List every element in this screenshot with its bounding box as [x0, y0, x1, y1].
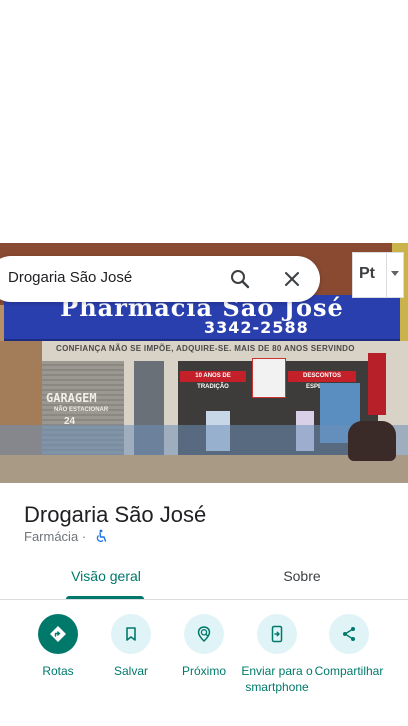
window-poster — [252, 358, 286, 398]
language-divider — [386, 253, 387, 297]
map-blank-area — [0, 0, 408, 243]
directions-button[interactable]: Rotas — [18, 614, 98, 679]
facade-stripe — [0, 425, 408, 455]
send-to-phone-label: Enviar para o smartphone — [241, 664, 313, 694]
motorcycle — [348, 421, 396, 461]
language-glyph: Pt — [359, 265, 375, 282]
directions-label: Rotas — [42, 664, 74, 678]
place-tabs: Visão geral Sobre — [0, 556, 408, 600]
directions-icon[interactable] — [38, 614, 78, 654]
store-tagline: CONFIANÇA NÃO SE IMPÕE, ADQUIRE-SE. MAIS… — [56, 344, 355, 353]
tab-overview[interactable]: Visão geral — [52, 568, 160, 584]
garage-label: GARAGEM — [46, 391, 97, 405]
share-button[interactable]: Compartilhar — [309, 614, 389, 679]
bookmark-icon[interactable] — [111, 614, 151, 654]
chevron-down-icon[interactable] — [391, 271, 399, 276]
garage-sublabel: NÃO ESTACIONAR — [54, 407, 109, 413]
store-sign-phone: 3342-2588 — [204, 318, 309, 337]
banner-right: DESCONTOS ESPECIAIS — [288, 371, 356, 390]
save-label: Salvar — [113, 664, 148, 678]
language-dropdown[interactable]: Pt — [352, 252, 404, 298]
tab-about[interactable]: Sobre — [248, 568, 356, 584]
nearby-label: Próximo — [181, 664, 226, 678]
send-to-phone-icon[interactable] — [257, 614, 297, 654]
red-poster — [368, 353, 386, 415]
share-label: Compartilhar — [314, 664, 384, 678]
send-to-phone-button[interactable]: Enviar para o smartphone — [237, 614, 317, 695]
category-separator: · — [81, 529, 87, 544]
share-icon[interactable] — [329, 614, 369, 654]
banner-left: 10 ANOS DE TRADIÇÃO — [180, 371, 246, 390]
save-button[interactable]: Salvar — [91, 614, 171, 679]
sidewalk — [0, 455, 408, 483]
search-bar[interactable]: Drogaria São José — [0, 256, 320, 302]
active-tab-indicator — [66, 596, 144, 599]
place-category: Farmácia — [24, 529, 79, 544]
nearby-icon[interactable] — [184, 614, 224, 654]
wheelchair-icon — [94, 529, 108, 543]
search-icon[interactable] — [228, 267, 252, 291]
place-title: Drogaria São José — [24, 502, 207, 527]
close-icon[interactable] — [280, 267, 304, 291]
nearby-button[interactable]: Próximo — [164, 614, 244, 679]
search-query-text[interactable]: Drogaria São José — [8, 269, 132, 286]
place-category-line: Farmácia · — [24, 529, 86, 544]
